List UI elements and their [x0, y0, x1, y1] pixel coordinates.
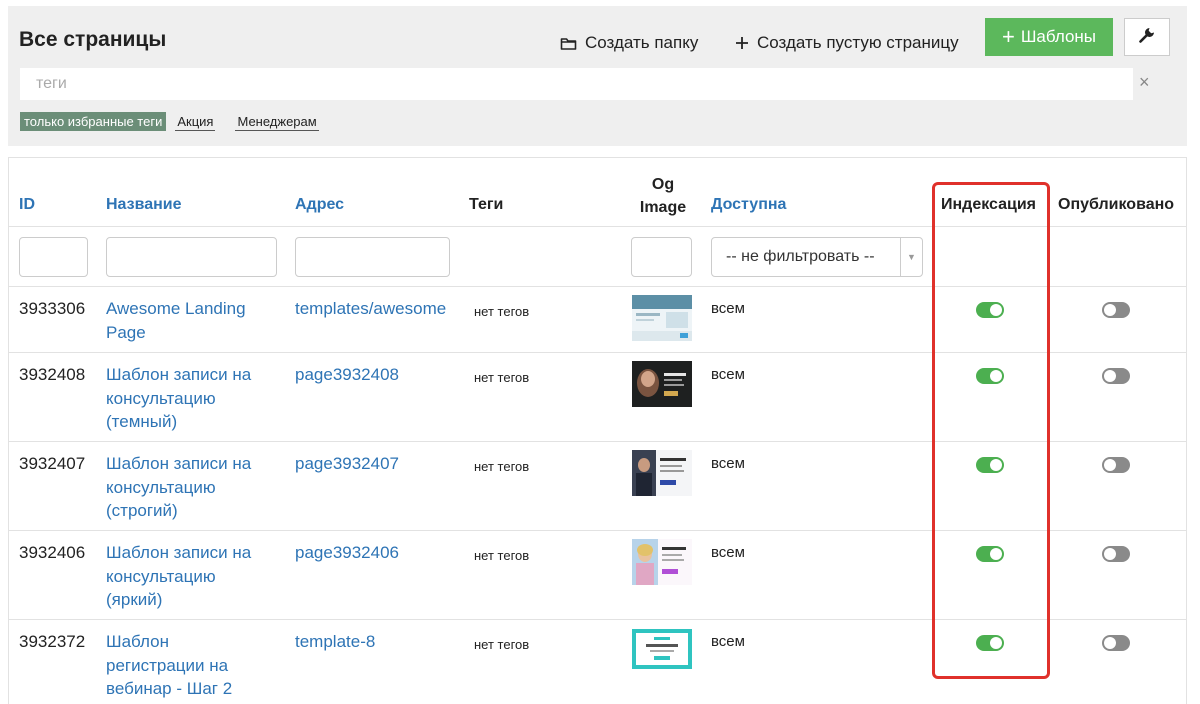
page-header: Все страницы Создать папку Создать пусту… — [8, 6, 1187, 146]
row-id: 3932372 — [19, 632, 86, 651]
tags-search-input[interactable] — [20, 68, 1133, 100]
plus-icon: + — [1001, 24, 1015, 49]
row-id: 3933306 — [19, 299, 86, 318]
og-image-thumbnail — [632, 450, 692, 496]
indexing-toggle[interactable] — [976, 635, 1004, 651]
indexing-toggle[interactable] — [976, 368, 1004, 384]
row-id: 3932406 — [19, 543, 86, 562]
row-access: всем — [711, 366, 745, 383]
row-tags: нет тегов — [474, 637, 530, 652]
column-header-address[interactable]: Адрес — [295, 196, 344, 214]
settings-button[interactable] — [1124, 18, 1170, 56]
og-image-header-line2: Image — [639, 199, 687, 216]
og-image-thumbnail — [632, 295, 692, 341]
page-title: Все страницы — [19, 28, 167, 51]
access-filter-value: -- не фильтровать -- — [726, 248, 875, 265]
table-row: 3932408 Шаблон записи на консультацию (т… — [9, 352, 1186, 441]
row-address-link[interactable]: template-8 — [295, 630, 375, 654]
indexing-toggle[interactable] — [976, 302, 1004, 318]
column-header-name[interactable]: Название — [106, 196, 182, 214]
row-tags: нет тегов — [474, 459, 530, 474]
table-row: 3932372 Шаблон регистрации на вебинар - … — [9, 619, 1186, 704]
templates-label: Шаблоны — [1020, 27, 1097, 46]
indexing-toggle[interactable] — [976, 546, 1004, 562]
published-toggle[interactable] — [1102, 457, 1130, 473]
og-image-filter-input[interactable] — [631, 237, 692, 277]
row-access: всем — [711, 544, 745, 561]
column-header-id[interactable]: ID — [19, 196, 35, 214]
column-header-published: Опубликовано — [1058, 196, 1175, 213]
favorite-tags-filter[interactable]: только избранные теги — [20, 112, 167, 131]
og-image-thumbnail — [632, 539, 692, 585]
column-header-indexing: Индексация — [941, 196, 1037, 213]
create-folder-label: Создать папку — [585, 33, 699, 52]
row-id: 3932407 — [19, 454, 86, 473]
column-header-access[interactable]: Доступна — [711, 196, 786, 214]
table-row: 3932406 Шаблон записи на консультацию (я… — [9, 530, 1186, 619]
row-address-link[interactable]: page3932406 — [295, 541, 399, 565]
chevron-down-icon: ▼ — [900, 238, 922, 276]
indexing-toggle[interactable] — [976, 457, 1004, 473]
table-row: 3932407 Шаблон записи на консультацию (с… — [9, 441, 1186, 530]
table-row: 3933306 Awesome Landing Page templates/a… — [9, 286, 1186, 352]
published-toggle[interactable] — [1102, 546, 1130, 562]
row-name-link[interactable]: Шаблон записи на консультацию (яркий) — [106, 541, 276, 612]
tag-filter-managers[interactable]: Менеджерам — [235, 113, 319, 131]
row-address-link[interactable]: page3932407 — [295, 452, 399, 476]
column-header-og-image: Og Image — [638, 173, 688, 219]
published-toggle[interactable] — [1102, 635, 1130, 651]
header-divider — [9, 226, 1186, 227]
row-address-link[interactable]: templates/awesome — [295, 297, 446, 321]
create-folder-button[interactable]: Создать папку — [560, 25, 698, 61]
og-image-header-line1: Og — [651, 176, 675, 193]
create-empty-page-button[interactable]: Создать пустую страницу — [735, 25, 959, 61]
tag-filter-action[interactable]: Акция — [175, 113, 216, 131]
og-image-thumbnail — [632, 361, 692, 407]
access-filter-select[interactable]: -- не фильтровать -- ▼ — [711, 237, 923, 277]
name-filter-input[interactable] — [106, 237, 277, 277]
plus-icon — [735, 36, 749, 50]
wrench-icon — [1138, 26, 1156, 49]
close-icon[interactable]: × — [1139, 72, 1150, 93]
row-access: всем — [711, 455, 745, 472]
row-tags: нет тегов — [474, 370, 530, 385]
row-access: всем — [711, 633, 745, 650]
row-id: 3932408 — [19, 365, 86, 384]
published-toggle[interactable] — [1102, 302, 1130, 318]
id-filter-input[interactable] — [19, 237, 88, 277]
templates-button[interactable]: + Шаблоны — [985, 18, 1113, 56]
tag-filters: только избранные теги Акция Менеджерам — [20, 112, 319, 131]
create-empty-page-label: Создать пустую страницу — [757, 33, 959, 52]
row-name-link[interactable]: Шаблон записи на консультацию (строгий) — [106, 452, 276, 523]
published-toggle[interactable] — [1102, 368, 1130, 384]
pages-table: ID Название Адрес Теги Og Image Доступна… — [8, 157, 1187, 704]
row-tags: нет тегов — [474, 304, 530, 319]
row-access: всем — [711, 300, 745, 317]
row-name-link[interactable]: Шаблон регистрации на вебинар - Шаг 2 — [106, 630, 256, 701]
row-address-link[interactable]: page3932408 — [295, 363, 399, 387]
column-header-tags: Теги — [469, 196, 504, 213]
folder-icon — [560, 36, 577, 51]
address-filter-input[interactable] — [295, 237, 450, 277]
og-image-thumbnail — [632, 629, 692, 669]
row-tags: нет тегов — [474, 548, 530, 563]
row-name-link[interactable]: Шаблон записи на консультацию (темный) — [106, 363, 276, 434]
row-name-link[interactable]: Awesome Landing Page — [106, 297, 276, 344]
